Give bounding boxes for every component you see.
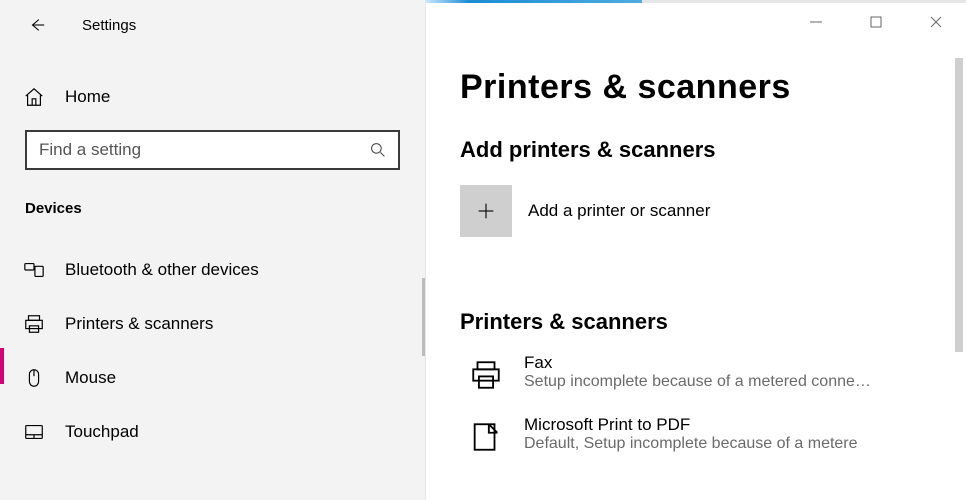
printer-icon (23, 313, 45, 335)
sidebar-item-touchpad[interactable]: Touchpad (0, 405, 425, 459)
minimize-button[interactable] (786, 2, 846, 42)
bluetooth-devices-icon (23, 259, 45, 281)
home-icon (23, 86, 45, 108)
close-button[interactable] (906, 2, 966, 42)
pdf-printer-icon (464, 415, 508, 459)
maximize-button[interactable] (846, 2, 906, 42)
sidebar-home-label: Home (65, 87, 110, 107)
touchpad-icon (23, 421, 45, 443)
back-arrow-icon[interactable] (28, 16, 46, 34)
main-pane: Printers & scanners Add printers & scann… (426, 0, 966, 500)
sidebar-item-label: Printers & scanners (65, 314, 213, 334)
device-name: Fax (524, 353, 871, 373)
scrollbar-thumb[interactable] (955, 58, 963, 352)
close-icon (929, 15, 943, 29)
sidebar-nav-list: Bluetooth & other devices Printers & sca… (0, 243, 425, 459)
app-title: Settings (82, 17, 136, 34)
search-input[interactable] (39, 140, 370, 160)
sidebar: Settings Home Devices Bluetooth & oth (0, 0, 426, 500)
device-subtext: Default, Setup incomplete because of a m… (524, 435, 858, 453)
search-box[interactable] (25, 130, 400, 170)
sidebar-category-heading: Devices (0, 170, 425, 233)
sidebar-item-label: Touchpad (65, 422, 139, 442)
mouse-icon (23, 367, 45, 389)
search-wrap (25, 130, 400, 170)
search-icon (370, 142, 386, 158)
sidebar-item-label: Mouse (65, 368, 116, 388)
page-title: Printers & scanners (460, 68, 952, 107)
active-accent-bar (0, 348, 4, 384)
section-heading-list: Printers & scanners (460, 309, 952, 335)
sidebar-item-bluetooth[interactable]: Bluetooth & other devices (0, 243, 425, 297)
sidebar-home[interactable]: Home (0, 74, 425, 120)
main-scrollbar[interactable] (952, 50, 966, 500)
device-item-fax[interactable]: Fax Setup incomplete because of a metere… (460, 353, 952, 397)
add-printer-button[interactable]: Add a printer or scanner (460, 185, 710, 237)
printer-icon (464, 353, 508, 397)
plus-icon (475, 200, 497, 222)
device-name: Microsoft Print to PDF (524, 415, 858, 435)
window-controls (786, 2, 966, 42)
sidebar-item-printers[interactable]: Printers & scanners (0, 297, 425, 351)
maximize-icon (869, 15, 883, 29)
device-item-ms-print-pdf[interactable]: Microsoft Print to PDF Default, Setup in… (460, 415, 952, 459)
sidebar-item-mouse[interactable]: Mouse (0, 351, 425, 405)
device-subtext: Setup incomplete because of a metered co… (524, 373, 871, 391)
minimize-icon (809, 15, 823, 29)
sidebar-scrollbar[interactable] (422, 278, 425, 356)
add-tile (460, 185, 512, 237)
add-printer-label: Add a printer or scanner (528, 201, 710, 221)
sidebar-item-label: Bluetooth & other devices (65, 260, 259, 280)
section-heading-add: Add printers & scanners (460, 137, 952, 163)
sidebar-header: Settings (0, 0, 425, 50)
